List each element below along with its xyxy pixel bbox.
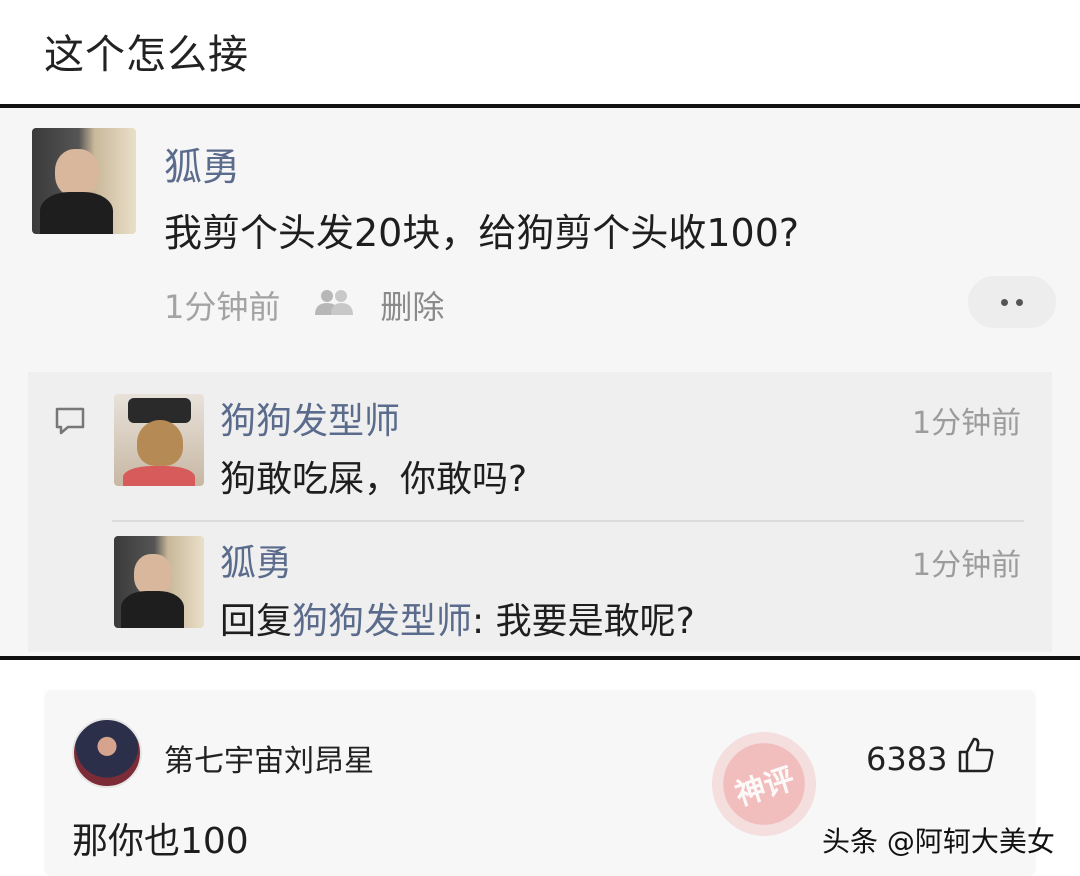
more-button[interactable] xyxy=(968,276,1056,328)
comment-time: 1分钟前 xyxy=(164,288,281,326)
reply-divider xyxy=(112,520,1024,522)
avatar[interactable] xyxy=(114,394,204,486)
delete-button[interactable]: 删除 xyxy=(380,282,444,328)
reply-content: : 我要是敢呢? xyxy=(472,601,695,642)
post-title: 这个怎么接 xyxy=(44,32,249,78)
reply-time: 1分钟前 xyxy=(912,548,1022,583)
comment-username[interactable]: 狐勇 xyxy=(164,136,240,191)
comment-text: 我剪个头发20块，给狗剪个头收100? xyxy=(164,211,800,255)
reply-text: 狗敢吃屎，你敢吗? xyxy=(220,459,528,500)
reply-text: 回复狗狗发型师: 我要是敢呢? xyxy=(220,592,695,644)
reply-username[interactable]: 狗狗发型师 xyxy=(220,392,400,444)
commenter-name[interactable]: 第七宇宙刘昂星 xyxy=(164,736,374,780)
like-count: 6383 xyxy=(866,740,948,778)
avatar[interactable] xyxy=(32,128,136,234)
reply-prefix: 回复 xyxy=(220,601,293,642)
reply-mention[interactable]: 狗狗发型师 xyxy=(292,601,472,642)
like-button[interactable]: 6383 xyxy=(866,736,995,782)
avatar[interactable] xyxy=(114,536,204,628)
commenter-avatar[interactable] xyxy=(72,718,142,788)
watermark: 头条 @阿轲大美女 xyxy=(822,825,1055,858)
comment-meta: 1分钟前 删除 xyxy=(164,282,444,328)
more-icon xyxy=(1001,298,1008,306)
reply-bubble-icon[interactable] xyxy=(54,406,86,440)
reply-time: 1分钟前 xyxy=(912,406,1022,441)
reply-username[interactable]: 狐勇 xyxy=(220,534,292,586)
top-comment-text: 那你也100 xyxy=(72,821,249,862)
people-icon xyxy=(314,286,354,324)
thumbs-up-icon xyxy=(957,736,995,782)
